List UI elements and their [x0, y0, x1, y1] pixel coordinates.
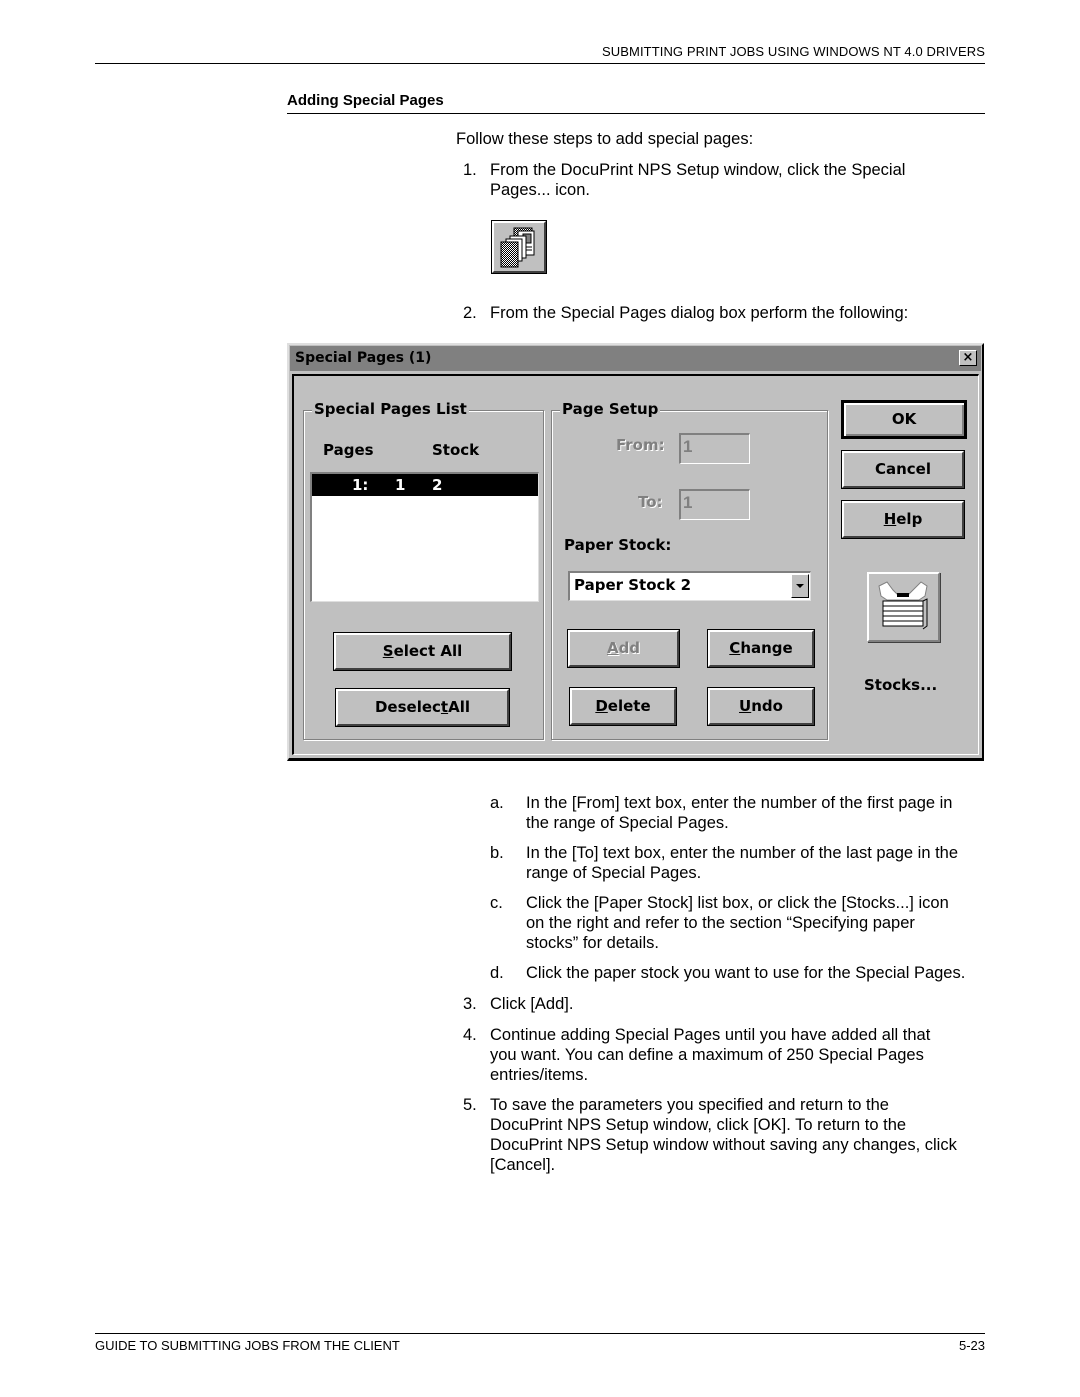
substep-letter: d. — [490, 964, 504, 982]
special-pages-dialog: Special Pages (1) × Special Pages List P… — [287, 343, 984, 761]
cancel-button[interactable]: Cancel — [841, 450, 965, 489]
footer-title: GUIDE TO SUBMITTING JOBS FROM THE CLIENT — [95, 1338, 400, 1353]
paper-stock-select[interactable]: Paper Stock 2 — [568, 571, 811, 601]
step-number: 5. — [463, 1096, 477, 1114]
step-1: 1. From the DocuPrint NPS Setup window, … — [456, 160, 986, 200]
running-header: SUBMITTING PRINT JOBS USING WINDOWS NT 4… — [601, 44, 985, 59]
to-input[interactable]: 1 — [679, 489, 750, 520]
ok-button[interactable]: OK — [841, 400, 967, 439]
close-icon: × — [962, 350, 974, 365]
deselect-all-button[interactable]: Deselect All — [335, 688, 510, 727]
help-button[interactable]: Help — [841, 500, 965, 539]
substep-letter: b. — [490, 844, 504, 862]
select-all-button[interactable]: Select All — [333, 632, 512, 671]
column-header-stock: Stock — [432, 441, 480, 459]
chevron-down-icon[interactable] — [791, 574, 809, 598]
list-item-stock: 2 — [432, 476, 443, 494]
step-text-line: Click [Add]. — [490, 995, 574, 1013]
substep-c: c. Click the [Paper Stock] list box, or … — [490, 893, 990, 953]
stocks-button[interactable] — [867, 572, 940, 642]
page-number: 5-23 — [958, 1338, 985, 1353]
substep-letter: a. — [490, 794, 504, 812]
list-item-index: 1: — [352, 476, 369, 494]
substep-text-line: on the right and refer to the section “S… — [526, 914, 915, 932]
dialog-titlebar[interactable]: Special Pages (1) × — [290, 346, 981, 371]
dialog-client-area: Special Pages List Pages Stock 1: 1 2 Se… — [292, 374, 979, 755]
paper-stock-value: Paper Stock 2 — [574, 576, 692, 594]
close-button[interactable]: × — [959, 350, 977, 366]
step-text-line: DocuPrint NPS Setup window, click [OK]. … — [490, 1116, 907, 1134]
step-2: 2. From the Special Pages dialog box per… — [456, 303, 986, 323]
paper-stocks-icon — [878, 581, 928, 630]
from-input[interactable]: 1 — [679, 433, 750, 464]
step-text-line: DocuPrint NPS Setup window without savin… — [490, 1136, 957, 1154]
step-text-line: From the DocuPrint NPS Setup window, cli… — [490, 161, 906, 179]
undo-button[interactable]: Undo — [707, 687, 815, 726]
substep-b: b. In the [To] text box, enter the numbe… — [490, 843, 990, 883]
substep-letter: c. — [490, 894, 503, 912]
substep-text-line: In the [From] text box, enter the number… — [526, 794, 953, 812]
from-label: From: — [616, 436, 665, 454]
special-pages-icon — [500, 227, 535, 268]
step-5: 5. To save the parameters you specified … — [456, 1095, 986, 1175]
group-legend: Special Pages List — [312, 400, 469, 418]
step-number: 4. — [463, 1026, 477, 1044]
list-item[interactable]: 1: 1 2 — [312, 474, 538, 496]
footer-rule — [95, 1333, 985, 1334]
step-number: 3. — [463, 995, 477, 1013]
delete-button[interactable]: Delete — [569, 687, 677, 726]
step-text-line: Continue adding Special Pages until you … — [490, 1026, 931, 1044]
intro-text: Follow these steps to add special pages: — [456, 130, 754, 148]
substep-text-line: Click the paper stock you want to use fo… — [526, 964, 966, 982]
dialog-title: Special Pages (1) — [295, 350, 432, 366]
step-text-line: To save the parameters you specified and… — [490, 1096, 889, 1114]
step-3: 3. Click [Add]. — [456, 994, 986, 1014]
section-rule — [287, 113, 985, 114]
special-pages-listbox[interactable]: 1: 1 2 — [310, 472, 539, 602]
substep-text-line: In the [To] text box, enter the number o… — [526, 844, 959, 862]
substep-text-line: stocks” for details. — [526, 934, 659, 952]
substep-text-line: the range of Special Pages. — [526, 814, 729, 832]
stocks-label[interactable]: Stocks... — [864, 676, 937, 694]
step-number: 2. — [463, 304, 477, 322]
special-pages-list-group: Special Pages List Pages Stock 1: 1 2 Se… — [303, 400, 544, 740]
add-button[interactable]: Add — [567, 629, 680, 668]
special-pages-icon-button[interactable] — [491, 220, 547, 274]
list-item-pages: 1 — [395, 476, 406, 494]
step-text-line: From the Special Pages dialog box perfor… — [490, 304, 909, 322]
substep-text-line: Click the [Paper Stock] list box, or cli… — [526, 894, 949, 912]
section-title: Adding Special Pages — [287, 92, 444, 109]
step-text-line: you want. You can define a maximum of 25… — [490, 1046, 924, 1064]
step-4: 4. Continue adding Special Pages until y… — [456, 1025, 986, 1085]
substep-text-line: range of Special Pages. — [526, 864, 702, 882]
group-legend: Page Setup — [560, 400, 661, 418]
to-label: To: — [638, 493, 663, 511]
substep-a: a. In the [From] text box, enter the num… — [490, 793, 990, 833]
column-header-pages: Pages — [323, 441, 374, 459]
substep-d: d. Click the paper stock you want to use… — [490, 963, 990, 983]
step-text-line: Pages... icon. — [490, 181, 590, 199]
step-text-line: entries/items. — [490, 1066, 589, 1084]
step-text-line: [Cancel]. — [490, 1156, 556, 1174]
change-button[interactable]: Change — [707, 629, 815, 668]
page-setup-group: Page Setup From: 1 To: 1 Paper Stock: Pa… — [551, 400, 828, 740]
header-rule — [95, 63, 985, 64]
step-number: 1. — [463, 161, 477, 179]
paper-stock-label: Paper Stock: — [564, 536, 672, 554]
